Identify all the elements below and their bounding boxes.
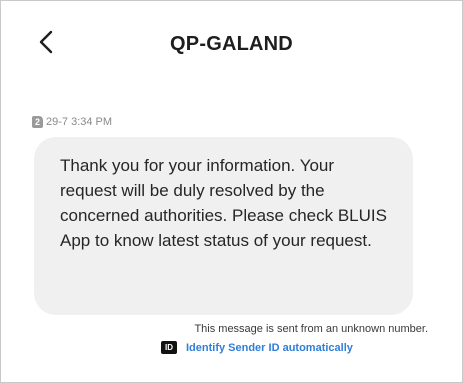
message-bubble[interactable]: Thank you for your information. Your req…: [34, 137, 413, 315]
message-text: Thank you for your information. Your req…: [60, 156, 387, 250]
identify-sender-label: Identify Sender ID automatically: [186, 341, 353, 354]
message-screen: QP-GALAND 2 29-7 3:34 PM Thank you for y…: [0, 0, 463, 383]
sim-card-icon: 2: [32, 116, 43, 128]
unknown-number-notice: This message is sent from an unknown num…: [194, 323, 428, 335]
message-timestamp: 29-7 3:34 PM: [46, 116, 113, 128]
message-meta: 2 29-7 3:34 PM: [32, 116, 112, 128]
id-badge-icon: ID: [161, 341, 177, 354]
conversation-title: QP-GALAND: [170, 33, 293, 55]
identify-sender-link[interactable]: ID Identify Sender ID automatically: [161, 341, 353, 354]
